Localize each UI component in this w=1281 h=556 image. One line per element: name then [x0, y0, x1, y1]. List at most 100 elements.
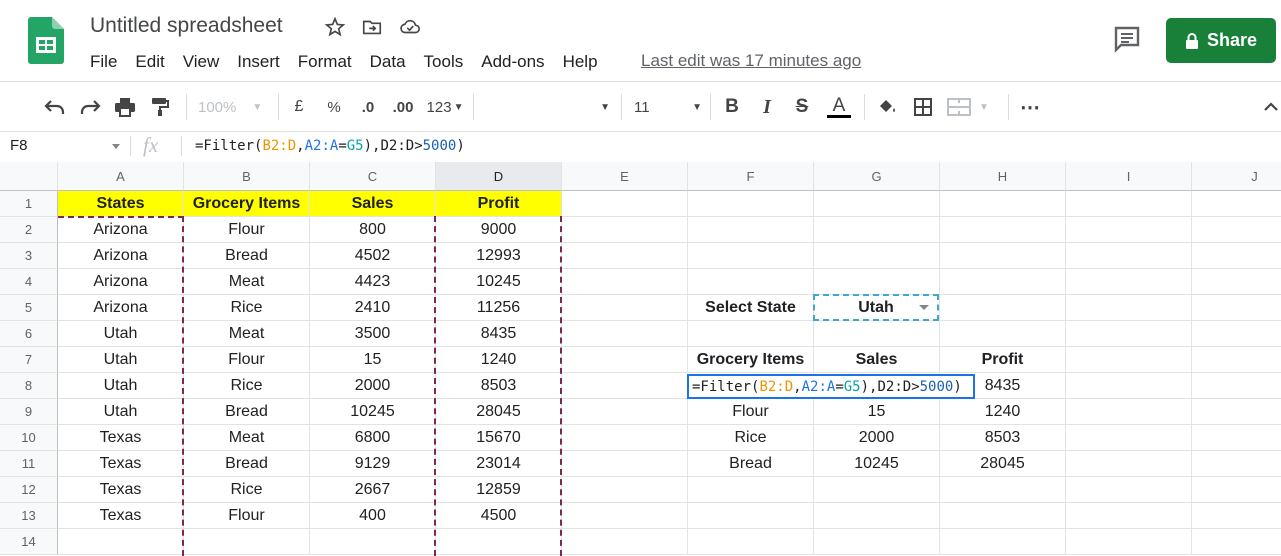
table-cell[interactable]: 11256	[436, 295, 562, 321]
result-header-cell[interactable]: Sales	[814, 347, 940, 373]
cell[interactable]	[1192, 425, 1281, 451]
font-family-select[interactable]: ▼	[480, 94, 610, 120]
cell[interactable]	[814, 503, 940, 529]
menu-edit[interactable]: Edit	[135, 52, 164, 72]
result-header-cell[interactable]: Grocery Items	[688, 347, 814, 373]
table-cell[interactable]: 15	[310, 347, 436, 373]
star-icon[interactable]	[324, 16, 348, 40]
menu-format[interactable]: Format	[298, 52, 352, 72]
cell[interactable]	[1066, 399, 1192, 425]
cell[interactable]	[1066, 217, 1192, 243]
cell[interactable]	[1192, 451, 1281, 477]
table-cell[interactable]: 2000	[310, 373, 436, 399]
cell[interactable]	[184, 529, 310, 555]
cell[interactable]	[940, 243, 1066, 269]
row-header[interactable]: 11	[0, 451, 58, 477]
table-cell[interactable]: 15670	[436, 425, 562, 451]
table-cell[interactable]: Texas	[58, 425, 184, 451]
table-cell[interactable]: Rice	[184, 373, 310, 399]
table-cell[interactable]: Texas	[58, 451, 184, 477]
table-cell[interactable]: Arizona	[58, 217, 184, 243]
row-header[interactable]: 12	[0, 477, 58, 503]
cell[interactable]	[1066, 425, 1192, 451]
table-cell[interactable]: Arizona	[58, 243, 184, 269]
column-header-d[interactable]: D	[436, 162, 562, 191]
table-cell[interactable]: Flour	[184, 503, 310, 529]
text-color-button[interactable]: A	[826, 94, 852, 120]
table-cell[interactable]: Utah	[58, 347, 184, 373]
cell[interactable]	[814, 243, 940, 269]
cell[interactable]	[1066, 347, 1192, 373]
borders-icon[interactable]	[911, 94, 935, 120]
cell[interactable]	[814, 477, 940, 503]
table-cell[interactable]: 4423	[310, 269, 436, 295]
result-cell[interactable]: 1240	[940, 399, 1066, 425]
table-cell[interactable]: Arizona	[58, 295, 184, 321]
table-cell[interactable]: 9000	[436, 217, 562, 243]
cell[interactable]	[814, 217, 940, 243]
table-header-cell[interactable]: Sales	[310, 191, 436, 217]
cell[interactable]	[940, 529, 1066, 555]
cell[interactable]	[1192, 373, 1281, 399]
table-cell[interactable]: Bread	[184, 399, 310, 425]
table-cell[interactable]: 2410	[310, 295, 436, 321]
table-cell[interactable]: Utah	[58, 373, 184, 399]
cell[interactable]	[562, 295, 688, 321]
select-state-label[interactable]: Select State	[688, 295, 814, 321]
cell[interactable]	[940, 295, 1066, 321]
row-header[interactable]: 2	[0, 217, 58, 243]
row-header[interactable]: 4	[0, 269, 58, 295]
table-cell[interactable]: Rice	[184, 477, 310, 503]
paint-format-icon[interactable]	[147, 94, 173, 120]
decrease-decimal-button[interactable]: .0	[355, 94, 381, 120]
chevron-down-icon[interactable]	[112, 144, 120, 149]
column-header-a[interactable]: A	[58, 162, 184, 191]
column-header-g[interactable]: G	[814, 162, 940, 191]
cell[interactable]	[688, 191, 814, 217]
cell[interactable]	[1192, 503, 1281, 529]
cell[interactable]	[1192, 243, 1281, 269]
font-size-select[interactable]: 11 ▼	[634, 94, 702, 120]
row-header[interactable]: 5	[0, 295, 58, 321]
cell[interactable]	[58, 529, 184, 555]
cell[interactable]	[688, 503, 814, 529]
cell[interactable]	[1066, 269, 1192, 295]
result-cell[interactable]: Rice	[688, 425, 814, 451]
cell[interactable]	[940, 321, 1066, 347]
cell[interactable]	[562, 217, 688, 243]
fill-color-icon[interactable]	[875, 94, 899, 120]
table-cell[interactable]: 4500	[436, 503, 562, 529]
cell[interactable]	[562, 347, 688, 373]
cell[interactable]	[1066, 243, 1192, 269]
bold-button[interactable]: B	[721, 94, 743, 120]
row-header[interactable]: 6	[0, 321, 58, 347]
menu-insert[interactable]: Insert	[237, 52, 280, 72]
table-cell[interactable]: 8503	[436, 373, 562, 399]
table-cell[interactable]: 800	[310, 217, 436, 243]
table-cell[interactable]: 8435	[436, 321, 562, 347]
italic-button[interactable]: I	[756, 94, 778, 120]
cell[interactable]	[562, 373, 688, 399]
state-dropdown[interactable]: Utah	[813, 294, 939, 321]
cell[interactable]	[1192, 347, 1281, 373]
table-header-cell[interactable]: Grocery Items	[184, 191, 310, 217]
cell[interactable]	[1192, 191, 1281, 217]
result-cell[interactable]: Flour	[688, 399, 814, 425]
menu-tools[interactable]: Tools	[424, 52, 464, 72]
column-header-c[interactable]: C	[310, 162, 436, 191]
cell[interactable]	[688, 321, 814, 347]
cell[interactable]	[940, 191, 1066, 217]
table-cell[interactable]: Meat	[184, 321, 310, 347]
cell[interactable]	[940, 269, 1066, 295]
cell[interactable]	[814, 321, 940, 347]
sheet-grid[interactable]: A B C D E F G H I J 1 2 3 4 5 6 7 8 9 10 11 12 13 14 …	[0, 162, 1281, 556]
menu-file[interactable]: File	[90, 52, 117, 72]
cell[interactable]	[940, 477, 1066, 503]
number-format-select[interactable]: 123 ▼	[425, 94, 465, 120]
cell[interactable]	[814, 269, 940, 295]
sheets-logo[interactable]	[28, 17, 64, 64]
undo-icon[interactable]	[42, 94, 68, 120]
cell[interactable]	[562, 503, 688, 529]
cell[interactable]	[562, 269, 688, 295]
merge-cells-icon[interactable]: ▼	[947, 94, 997, 120]
